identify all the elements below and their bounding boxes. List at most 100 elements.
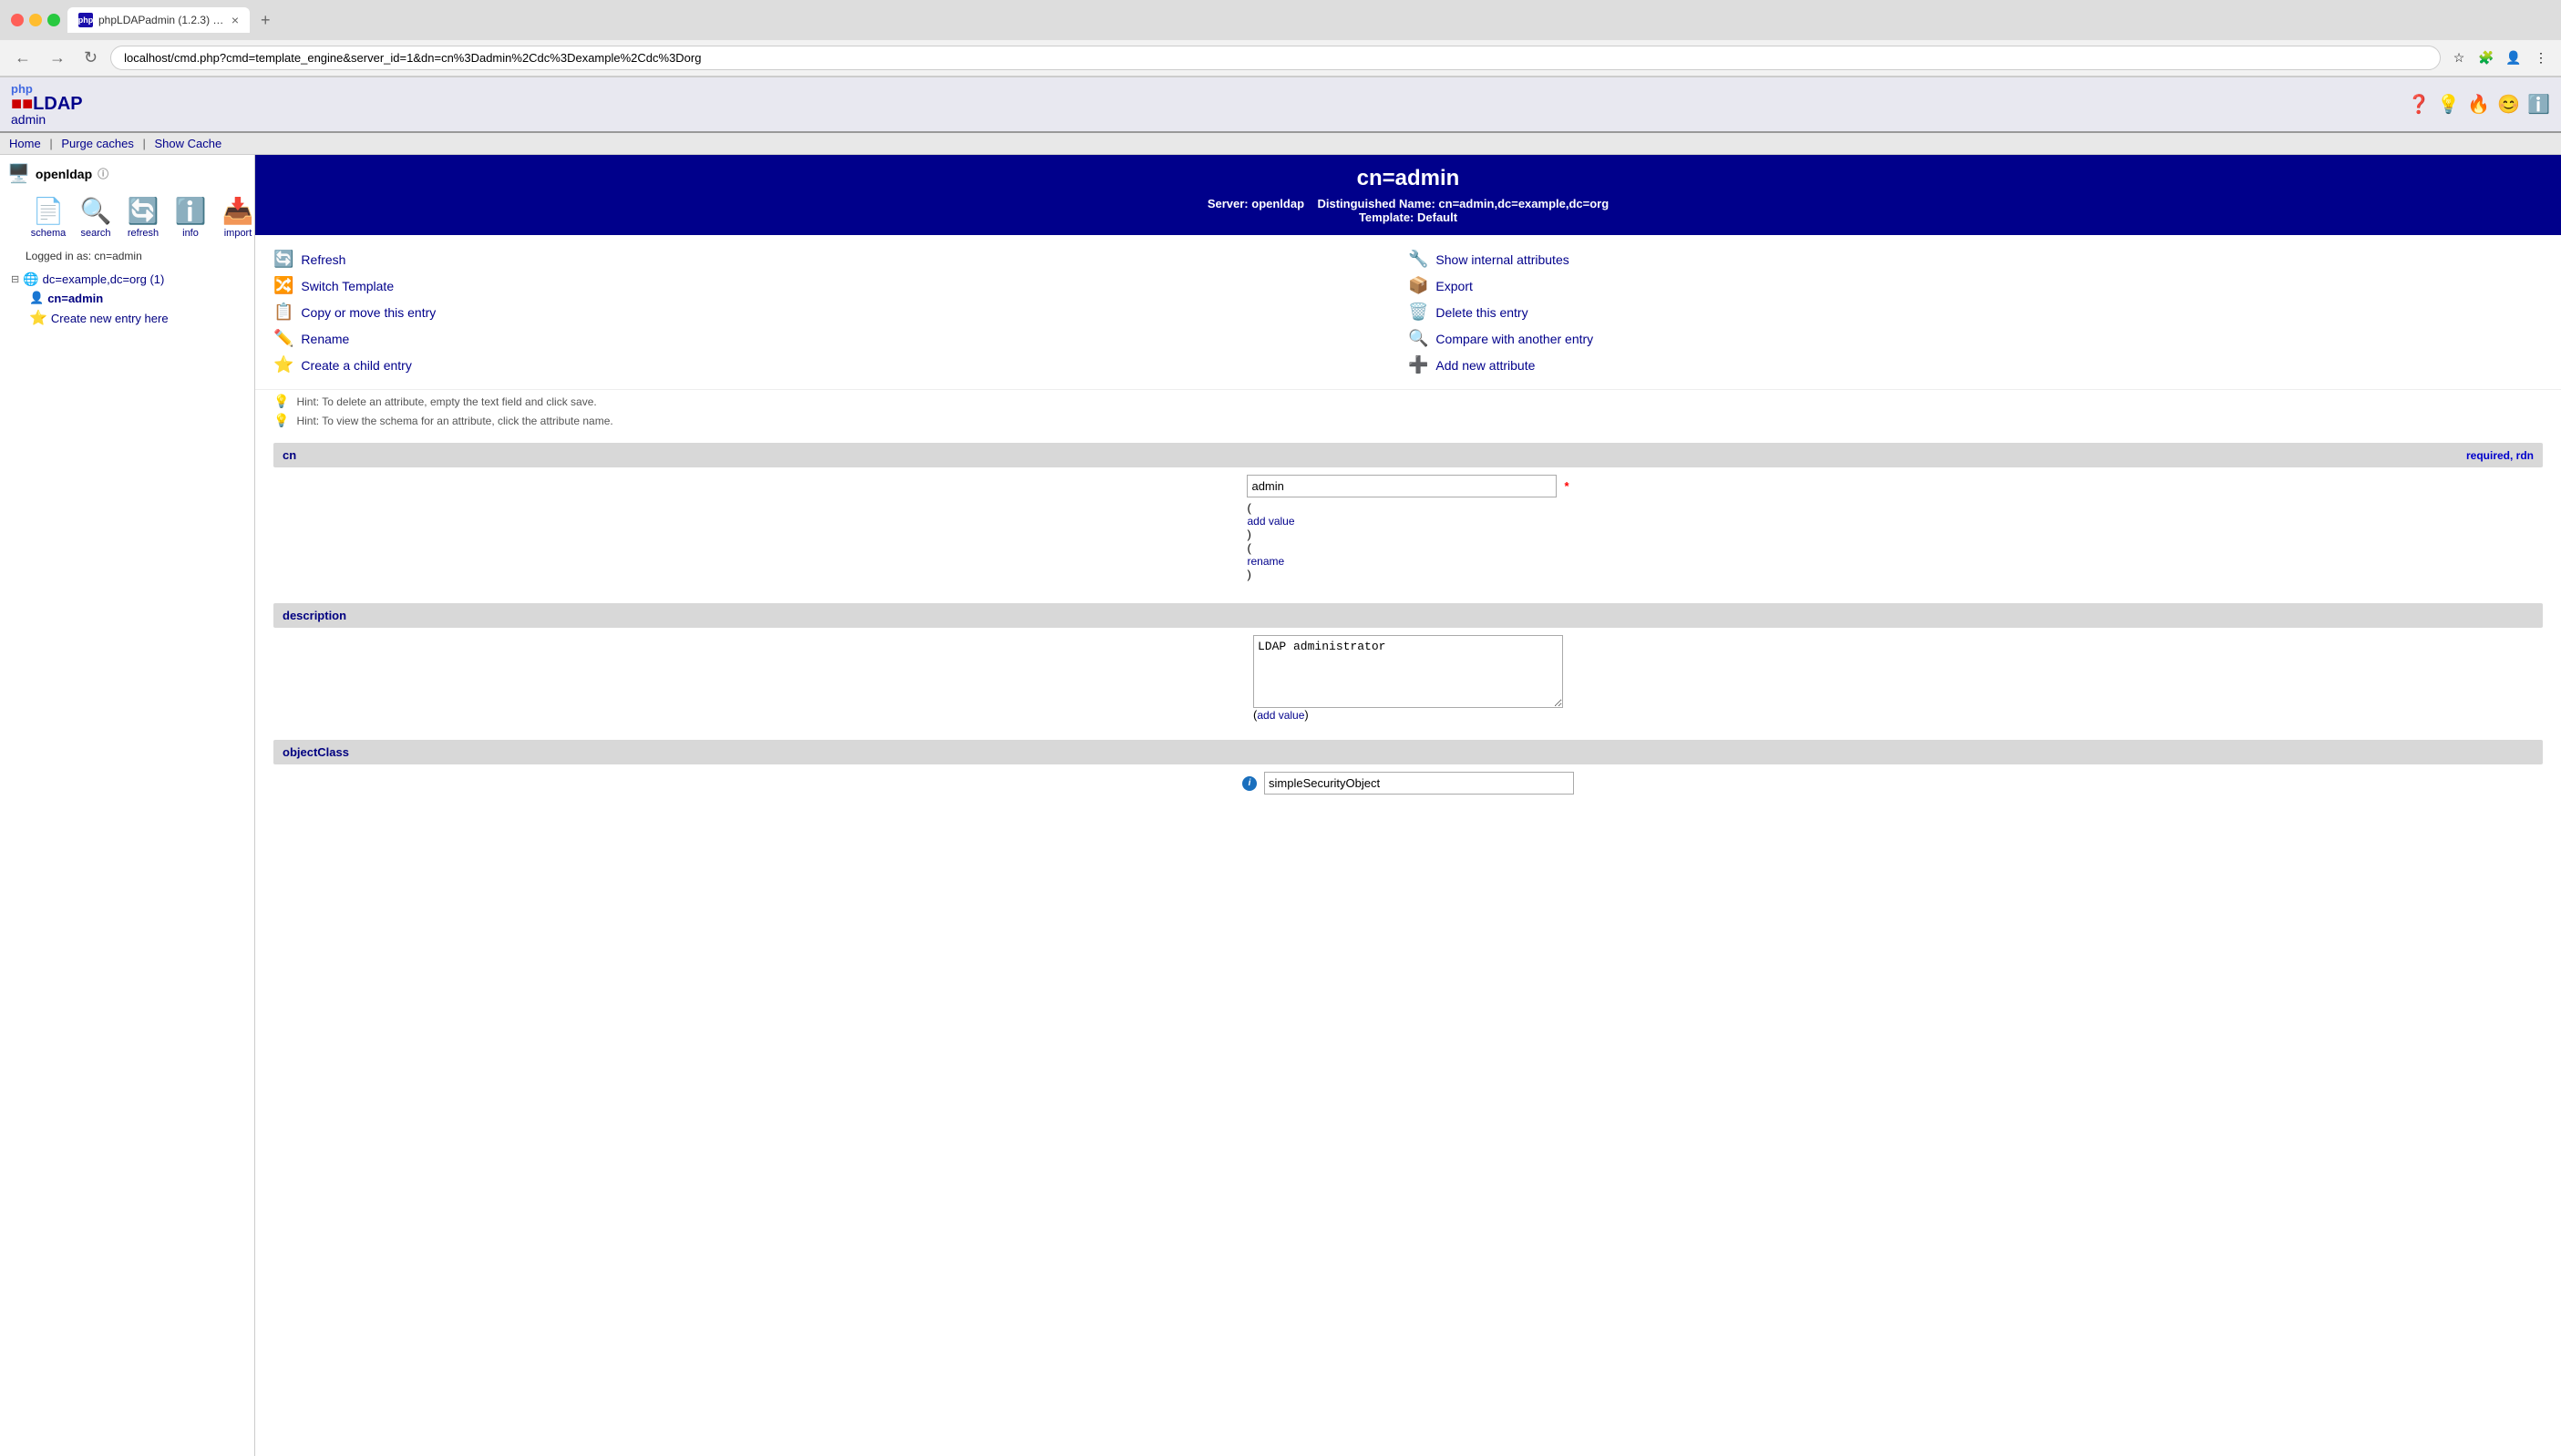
attr-description-name[interactable]: description — [283, 609, 346, 622]
action-rename[interactable]: ✏️ Rename — [273, 329, 1408, 348]
hint-schema-text: Hint: To view the schema for an attribut… — [296, 415, 612, 427]
bulb-icon[interactable]: 💡 — [2437, 93, 2460, 116]
new-tab-button[interactable]: + — [261, 11, 271, 30]
hint-schema-icon: 💡 — [273, 413, 289, 428]
action-refresh[interactable]: 🔄 Refresh — [273, 250, 1408, 269]
schema-toolbar-item[interactable]: 📄 schema — [26, 192, 71, 242]
back-button[interactable]: ← — [9, 46, 36, 69]
info-toolbar-item[interactable]: ℹ️ info — [168, 192, 213, 242]
add-attribute-label: Add new attribute — [1435, 358, 1535, 373]
action-show-internal[interactable]: 🔧 Show internal attributes — [1408, 250, 2543, 269]
logo-admin: admin — [11, 113, 83, 126]
tree-root-label: dc=example,dc=org (1) — [43, 272, 165, 286]
search-label: search — [80, 228, 110, 239]
forward-button[interactable]: → — [44, 46, 71, 69]
settings-icon[interactable]: ⋮ — [2530, 47, 2552, 69]
nav-bar: Home | Purge caches | Show Cache — [0, 133, 2561, 155]
smiley-icon[interactable]: 😊 — [2497, 93, 2520, 116]
logo-ldap: ■■LDAP — [11, 95, 83, 113]
attr-description-header: description — [273, 603, 2543, 628]
tree-root-item[interactable]: ⊟ 🌐 dc=example,dc=org (1) — [11, 270, 247, 289]
refresh-label: refresh — [128, 228, 159, 239]
home-link[interactable]: Home — [9, 137, 41, 150]
minimize-button[interactable] — [29, 14, 42, 26]
refresh-toolbar-item[interactable]: 🔄 refresh — [120, 192, 166, 242]
create-entry-item[interactable]: ⭐ Create new entry here — [29, 307, 247, 329]
objectclass-info-icon[interactable]: i — [1242, 776, 1257, 791]
delete-icon: 🗑️ — [1408, 302, 1428, 322]
tree-children: 👤 cn=admin ⭐ Create new entry here — [11, 289, 247, 329]
import-label: import — [224, 228, 252, 239]
description-textarea[interactable]: LDAP administrator — [1253, 635, 1563, 708]
description-add-value-link[interactable]: add value — [1257, 709, 1304, 722]
fire-icon[interactable]: 🔥 — [2467, 93, 2490, 116]
import-icon: 📥 — [222, 196, 254, 226]
dn-label: Distinguished Name: — [1317, 197, 1435, 210]
rename-label: Rename — [301, 332, 349, 346]
header-icons: ❓ 💡 🔥 😊 ℹ️ — [2407, 93, 2550, 116]
action-add-attribute[interactable]: ➕ Add new attribute — [1408, 355, 2543, 374]
attr-cn-body: * (add value) (rename) — [273, 467, 2543, 592]
rename-icon: ✏️ — [273, 329, 293, 348]
close-button[interactable] — [11, 14, 24, 26]
logged-in-text: Logged in as: cn=admin — [7, 250, 247, 262]
purge-caches-link[interactable]: Purge caches — [61, 137, 134, 150]
server-value: openldap — [1251, 197, 1304, 210]
tree-toggle: ⊟ — [11, 273, 19, 285]
hint-delete-text: Hint: To delete an attribute, empty the … — [296, 395, 596, 408]
content-area: cn=admin Server: openldap Distinguished … — [255, 155, 2561, 1456]
entry-title: cn=admin — [266, 166, 2550, 191]
bookmark-icon[interactable]: ☆ — [2448, 47, 2470, 69]
browser-tab[interactable]: php phpLDAPadmin (1.2.3) - cn=ac... × — [67, 7, 250, 33]
action-create-child[interactable]: ⭐ Create a child entry — [273, 355, 1408, 374]
tab-close-button[interactable]: × — [231, 13, 239, 27]
entry-header: cn=admin Server: openldap Distinguished … — [255, 155, 2561, 235]
extensions-icon[interactable]: 🧩 — [2475, 47, 2497, 69]
export-action-label: Export — [1435, 279, 1472, 293]
search-toolbar-item[interactable]: 🔍 search — [73, 192, 118, 242]
schema-icon: 📄 — [33, 196, 65, 226]
server-name[interactable]: openldap — [36, 167, 92, 181]
tree-child-cn-admin[interactable]: 👤 cn=admin — [29, 289, 247, 307]
action-export[interactable]: 📦 Export — [1408, 276, 2543, 295]
action-delete[interactable]: 🗑️ Delete this entry — [1408, 302, 2543, 322]
action-compare[interactable]: 🔍 Compare with another entry — [1408, 329, 2543, 348]
attr-objectclass-section: objectClass i — [273, 740, 2543, 802]
help-icon[interactable]: ❓ — [2407, 93, 2430, 116]
attr-description-section: description LDAP administrator (add valu… — [273, 603, 2543, 729]
sidebar-server: 🖥️ openldap ⓘ — [7, 162, 247, 185]
cn-value-input[interactable] — [1247, 475, 1557, 497]
attr-cn-section: cn required, rdn * (add value) (ren — [273, 443, 2543, 592]
show-internal-icon: 🔧 — [1408, 250, 1428, 269]
server-help-icon[interactable]: ⓘ — [98, 166, 108, 181]
objectclass-value-input[interactable] — [1264, 772, 1574, 795]
maximize-button[interactable] — [47, 14, 60, 26]
attr-objectclass-name[interactable]: objectClass — [283, 745, 349, 759]
action-copy-move[interactable]: 📋 Copy or move this entry — [273, 302, 1408, 322]
directory-tree: ⊟ 🌐 dc=example,dc=org (1) 👤 cn=admin ⭐ C… — [7, 270, 247, 329]
reload-button[interactable]: ↻ — [78, 46, 103, 69]
action-switch-template[interactable]: 🔀 Switch Template — [273, 276, 1408, 295]
cn-rename-link[interactable]: rename — [1247, 555, 1294, 568]
attr-cn-meta: required, rdn — [2466, 449, 2534, 462]
hint-schema: 💡 Hint: To view the schema for an attrib… — [273, 413, 2543, 428]
cn-add-value-link[interactable]: add value — [1247, 515, 1294, 528]
entry-actions: 🔄 Refresh 🔀 Switch Template 📋 Copy or mo… — [255, 235, 2561, 390]
info-label: info — [182, 228, 199, 239]
attr-cn-name[interactable]: cn — [283, 448, 296, 462]
attr-objectclass-body: i — [273, 764, 2543, 802]
tab-favicon: php — [78, 13, 93, 27]
copy-move-label: Copy or move this entry — [301, 305, 436, 320]
show-internal-label: Show internal attributes — [1435, 252, 1568, 267]
browser-titlebar: php phpLDAPadmin (1.2.3) - cn=ac... × + — [0, 0, 2561, 40]
refresh-icon: 🔄 — [128, 196, 159, 226]
profile-icon[interactable]: 👤 — [2503, 47, 2525, 69]
import-toolbar-item[interactable]: 📥 import — [215, 192, 255, 242]
create-child-star-icon: ⭐ — [273, 355, 293, 374]
info-icon: ℹ️ — [175, 196, 207, 226]
sidebar: 🖥️ openldap ⓘ 📄 schema 🔍 search 🔄 refres… — [0, 155, 255, 1456]
show-cache-link[interactable]: Show Cache — [154, 137, 221, 150]
address-bar[interactable] — [110, 46, 2441, 70]
info-circle-icon[interactable]: ℹ️ — [2527, 93, 2550, 116]
browser-actions: ☆ 🧩 👤 ⋮ — [2448, 47, 2552, 69]
